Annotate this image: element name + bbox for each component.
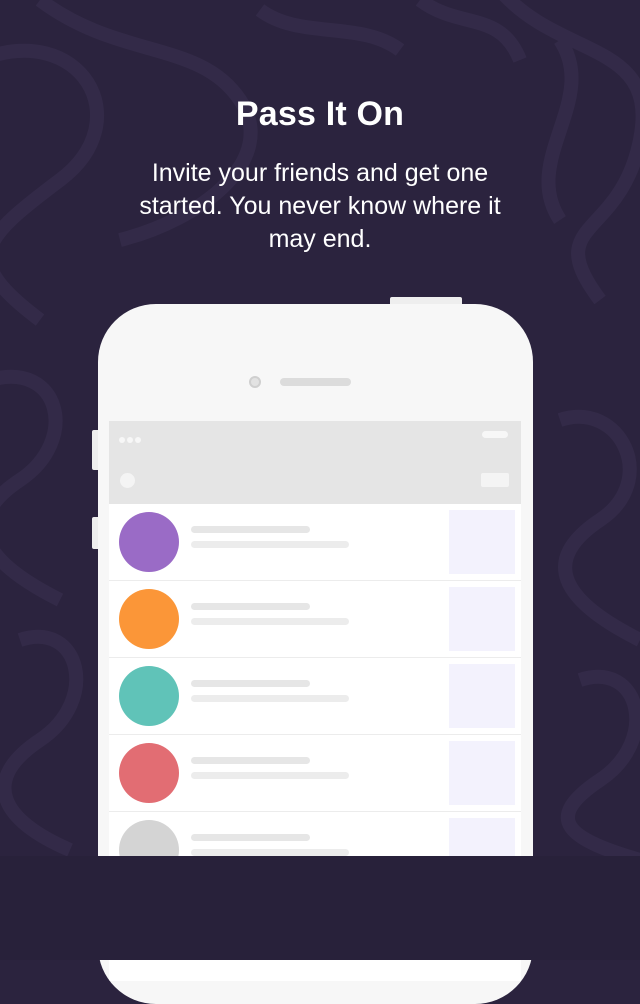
text-placeholder (191, 680, 310, 687)
phone-camera-icon (249, 376, 261, 388)
status-bar (109, 421, 521, 461)
nav-avatar-placeholder (120, 473, 135, 488)
list-item (109, 658, 521, 735)
text-placeholder (191, 757, 310, 764)
avatar (119, 589, 179, 649)
thumbnail-placeholder (449, 741, 515, 805)
avatar (119, 666, 179, 726)
phone-speaker (280, 378, 351, 386)
text-placeholder (191, 834, 310, 841)
text-placeholder (191, 772, 349, 779)
avatar (119, 512, 179, 572)
signal-icon (119, 430, 143, 448)
text-placeholder (191, 541, 349, 548)
battery-icon (482, 431, 508, 438)
contact-list (109, 504, 521, 889)
list-item (109, 504, 521, 581)
thumbnail-placeholder (449, 587, 515, 651)
thumbnail-placeholder (449, 664, 515, 728)
page-title: Pass It On (235, 95, 405, 133)
text-placeholder (191, 849, 349, 856)
text-placeholder (191, 695, 349, 702)
bottom-band (0, 856, 640, 960)
nav-action-placeholder (481, 473, 509, 487)
page-subtitle: Invite your friends and get one started.… (139, 159, 501, 253)
text-placeholder (191, 618, 349, 625)
thumbnail-placeholder (449, 510, 515, 574)
text-placeholder (191, 526, 310, 533)
text-placeholder (191, 603, 310, 610)
nav-bar (109, 461, 521, 504)
list-item (109, 581, 521, 658)
avatar (119, 743, 179, 803)
list-item (109, 735, 521, 812)
